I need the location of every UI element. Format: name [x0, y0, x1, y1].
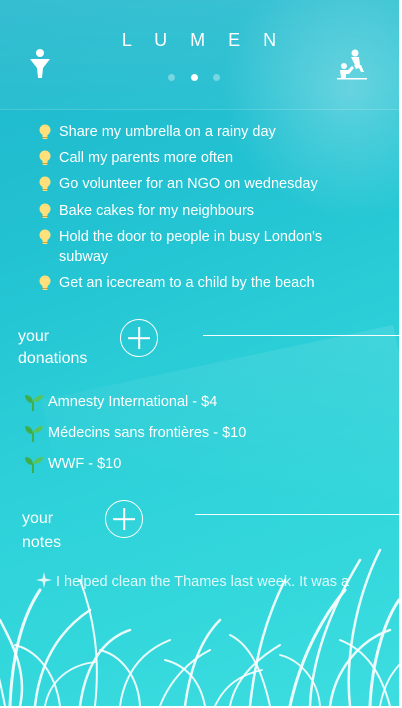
person-icon — [30, 49, 50, 78]
notes-label-line2: notes — [22, 534, 62, 551]
page-dot-1[interactable] — [168, 73, 175, 81]
donations-label-line1: your — [18, 328, 50, 345]
notes-label-line1: your — [22, 510, 54, 527]
page-indicator — [168, 72, 220, 82]
page-dot-3[interactable] — [213, 73, 220, 81]
sprout-icon — [25, 395, 43, 411]
helping-hand-icon — [337, 49, 367, 80]
lightbulb-icon — [39, 203, 51, 218]
idea-text: Bake cakes for my neighbours — [59, 203, 255, 219]
page-dot-2-active[interactable] — [190, 73, 198, 81]
idea-item[interactable]: Share my umbrella on a rainy day — [36, 122, 366, 142]
donation-text: Médecins sans frontières - $10 — [48, 425, 247, 441]
notes-section-label: your notes — [22, 507, 61, 555]
helping-hand-button[interactable] — [334, 48, 370, 80]
sparkle-icon — [36, 572, 52, 588]
profile-button[interactable] — [28, 48, 52, 80]
app-screen: L U M E N Share my umbrella on a rainy d… — [0, 0, 399, 706]
donation-item[interactable]: WWF - $10 — [24, 454, 324, 474]
add-donation-button[interactable] — [120, 319, 158, 357]
lightbulb-icon — [39, 275, 51, 290]
idea-item[interactable]: Call my parents more often — [36, 148, 366, 168]
idea-item[interactable]: Bake cakes for my neighbours — [36, 201, 366, 221]
donation-item[interactable]: Amnesty International - $4 — [24, 392, 324, 412]
idea-text: Get an icecream to a child by the beach — [59, 275, 315, 291]
section-divider — [203, 335, 399, 336]
donation-text: Amnesty International - $4 — [48, 394, 218, 410]
idea-text: Share my umbrella on a rainy day — [59, 124, 276, 140]
note-item[interactable]: I helped clean the Thames last week. It … — [36, 572, 366, 590]
sprout-icon — [25, 426, 43, 442]
idea-item[interactable]: Go volunteer for an NGO on wednesday — [36, 174, 366, 194]
idea-text: Call my parents more often — [59, 150, 234, 166]
lightbulb-icon — [39, 176, 51, 191]
idea-item[interactable]: Hold the door to people in busy London's… — [36, 227, 366, 267]
section-divider — [195, 514, 399, 515]
donation-text: WWF - $10 — [48, 456, 122, 472]
sprout-icon — [25, 457, 43, 473]
idea-text: Go volunteer for an NGO on wednesday — [59, 176, 318, 192]
header-bar: L U M E N — [0, 0, 399, 110]
add-note-button[interactable] — [105, 500, 143, 538]
lightbulb-icon — [39, 150, 51, 165]
idea-text: Hold the door to people in busy London's… — [59, 229, 323, 265]
lightbulb-icon — [39, 124, 51, 139]
lightbulb-icon — [39, 229, 51, 244]
note-text: I helped clean the Thames last week. It … — [56, 574, 350, 590]
idea-item[interactable]: Get an icecream to a child by the beach — [36, 273, 366, 293]
donation-item[interactable]: Médecins sans frontières - $10 — [24, 423, 324, 443]
donations-label-line2: donations — [18, 350, 88, 367]
donations-section-label: your donations — [18, 326, 87, 370]
